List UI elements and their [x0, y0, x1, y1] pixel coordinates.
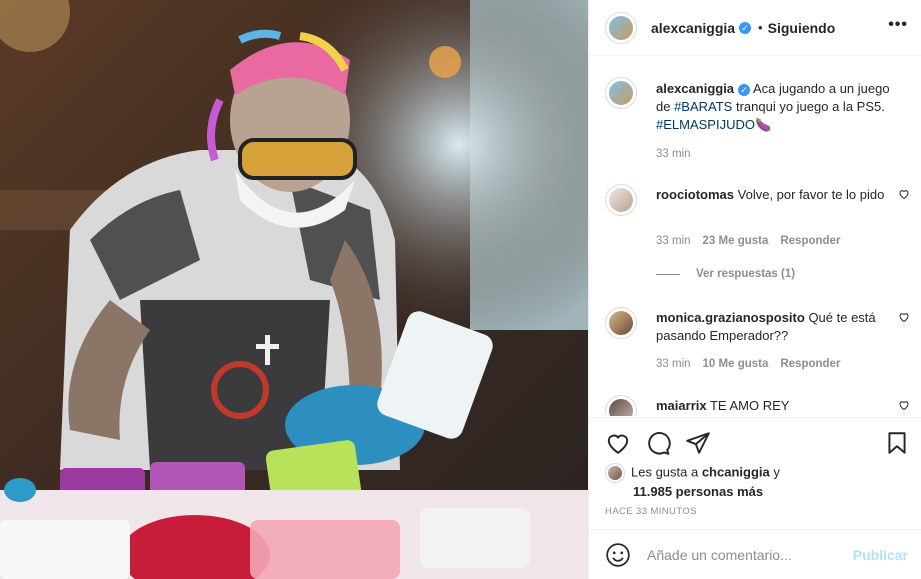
reply-button[interactable]: Responder	[780, 358, 840, 370]
commenter-avatar[interactable]	[605, 184, 637, 216]
comments-list[interactable]: alexcaniggia ✓ Aca jugando a un juego de …	[589, 57, 921, 416]
comment-input[interactable]	[647, 546, 847, 563]
comment-body: Volve, por favor te lo pido	[737, 187, 885, 202]
comment-time: 33 min	[656, 235, 691, 247]
liker-avatar[interactable]	[605, 463, 625, 483]
comment-row: maiarrix TE AMO REY	[605, 395, 910, 416]
comment-text: maiarrix TE AMO REY	[656, 397, 891, 415]
bookmark-icon[interactable]	[884, 430, 910, 456]
liker-username[interactable]: chcaniggia	[702, 464, 770, 479]
comment-row: monica.grazianosposito Qué te está pasan…	[605, 307, 910, 377]
hashtag-link[interactable]: #ELMASPIJUDO	[656, 117, 755, 132]
like-comment-heart-icon[interactable]	[898, 188, 910, 200]
author-avatar[interactable]	[605, 11, 637, 44]
likes-summary: Les gusta a chcaniggia y 11.985 personas…	[605, 463, 905, 501]
post-actions	[589, 417, 921, 467]
caption-username[interactable]: alexcaniggia	[656, 81, 734, 96]
view-replies-label: Ver respuestas (1)	[696, 268, 796, 280]
like-comment-heart-icon[interactable]	[898, 311, 910, 323]
add-comment-bar: Publicar	[589, 529, 921, 579]
follow-status-button[interactable]: Siguiendo	[768, 20, 836, 36]
comment-username[interactable]: monica.grazianosposito	[656, 310, 805, 325]
comment-row: roociotomas Volve, por favor te lo pido …	[605, 184, 910, 254]
comment-meta: 33 min 23 Me gusta Responder	[656, 235, 840, 247]
caption-text-part: tranqui yo juego a la PS5.	[732, 99, 885, 114]
likes-prefix: Les gusta a	[631, 464, 702, 480]
comment-text: monica.grazianosposito Qué te está pasan…	[656, 309, 891, 345]
eggplant-emoji: 🍆	[754, 117, 772, 132]
commenter-avatar[interactable]	[605, 395, 637, 416]
publish-button[interactable]: Publicar	[853, 547, 908, 563]
view-replies-button[interactable]: Ver respuestas (1)	[656, 268, 795, 280]
caption-time: 33 min	[656, 148, 691, 160]
likes-conj: y	[769, 464, 780, 480]
post-header: alexcaniggia ✓ • Siguiendo •••	[589, 0, 921, 56]
verified-badge-icon: ✓	[738, 83, 751, 96]
comment-likes[interactable]: 23 Me gusta	[703, 235, 769, 247]
heart-icon[interactable]	[605, 430, 631, 456]
more-options-icon[interactable]: •••	[888, 16, 908, 34]
likes-count-link[interactable]: 11.985 personas más	[633, 483, 905, 501]
post-timestamp[interactable]: HACE 33 MINUTOS	[605, 506, 697, 517]
comment-meta: 33 min 10 Me gusta Responder	[656, 358, 840, 370]
author-username[interactable]: alexcaniggia	[651, 20, 735, 36]
commenter-avatar[interactable]	[605, 307, 637, 339]
comment-username[interactable]: maiarrix	[656, 398, 707, 413]
post-image[interactable]	[0, 0, 588, 579]
comment-time: 33 min	[656, 358, 691, 370]
comment-likes[interactable]: 10 Me gusta	[703, 358, 769, 370]
hashtag-link[interactable]: #BARATS	[674, 99, 732, 114]
caption-text: alexcaniggia ✓ Aca jugando a un juego de …	[656, 80, 891, 134]
comment-body: TE AMO REY	[709, 398, 790, 413]
smiley-icon[interactable]	[605, 542, 631, 568]
caption-row: alexcaniggia ✓ Aca jugando a un juego de …	[605, 77, 910, 177]
author-avatar[interactable]	[605, 77, 637, 109]
reply-button[interactable]: Responder	[780, 235, 840, 247]
comment-text: roociotomas Volve, por favor te lo pido	[656, 186, 891, 204]
comment-icon[interactable]	[645, 430, 671, 456]
like-comment-heart-icon[interactable]	[898, 399, 910, 411]
post-photo-illustration	[0, 0, 588, 579]
separator-dot: •	[758, 20, 763, 35]
replies-line	[656, 273, 680, 275]
comment-username[interactable]: roociotomas	[656, 187, 734, 202]
verified-badge-icon: ✓	[739, 21, 752, 34]
paper-plane-icon[interactable]	[685, 430, 711, 456]
post-panel: alexcaniggia ✓ • Siguiendo ••• alexcanig…	[588, 0, 921, 579]
